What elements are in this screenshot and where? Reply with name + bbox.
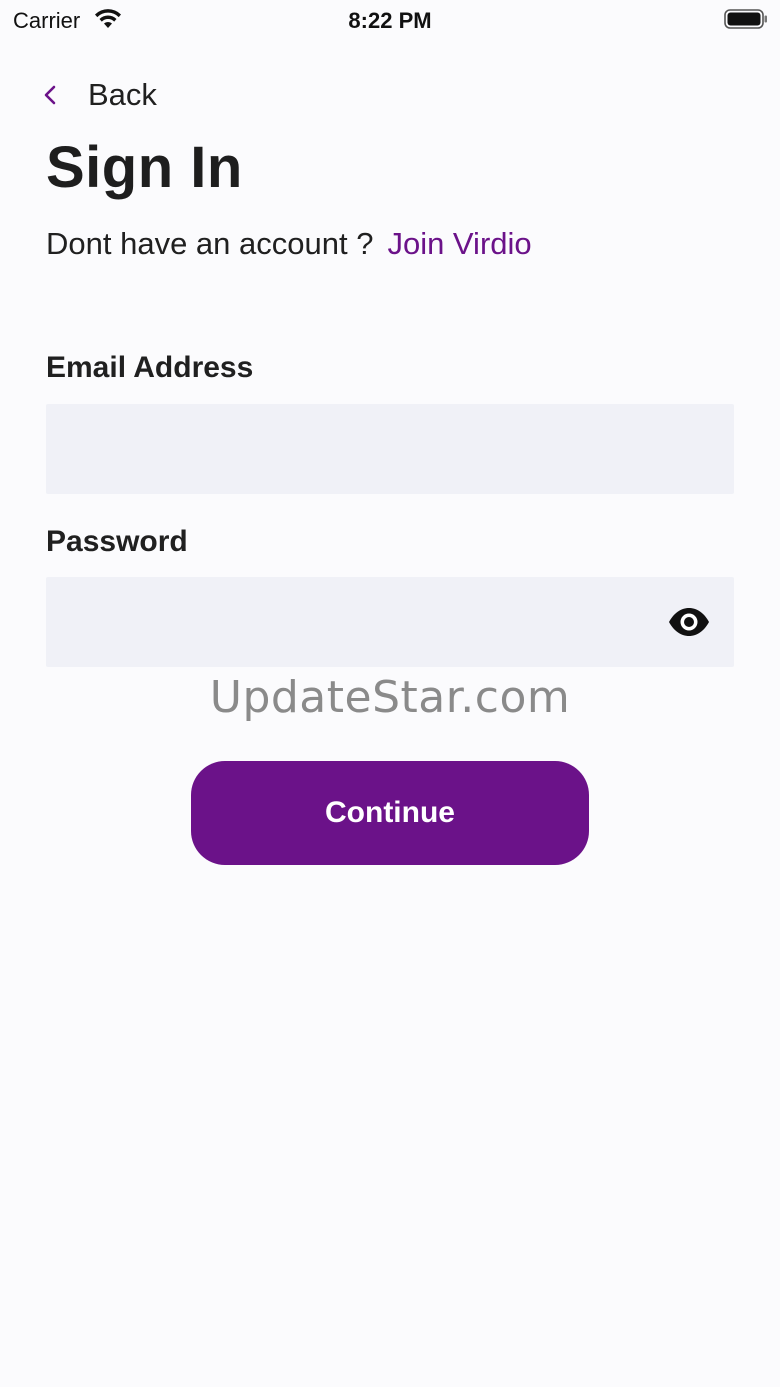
back-label: Back: [88, 77, 157, 112]
join-virdio-link[interactable]: Join Virdio: [387, 226, 531, 261]
page-title: Sign In: [46, 135, 243, 200]
battery-icon: [724, 9, 767, 29]
back-button[interactable]: Back: [40, 74, 157, 116]
watermark: UpdateStar.com: [209, 672, 571, 723]
chevron-left-icon: [44, 85, 56, 105]
eye-icon[interactable]: [667, 605, 711, 639]
signup-prompt: Dont have an account ? Join Virdio: [46, 226, 532, 262]
password-input[interactable]: [46, 577, 734, 667]
email-input[interactable]: [46, 404, 734, 494]
status-time: 8:22 PM: [348, 8, 432, 33]
signup-prompt-text: Dont have an account ?: [46, 226, 374, 261]
email-label: Email Address: [46, 351, 254, 384]
password-label: Password: [46, 525, 188, 558]
continue-button[interactable]: Continue: [191, 761, 589, 865]
status-bar: Carrier 8:22 PM: [0, 0, 780, 40]
